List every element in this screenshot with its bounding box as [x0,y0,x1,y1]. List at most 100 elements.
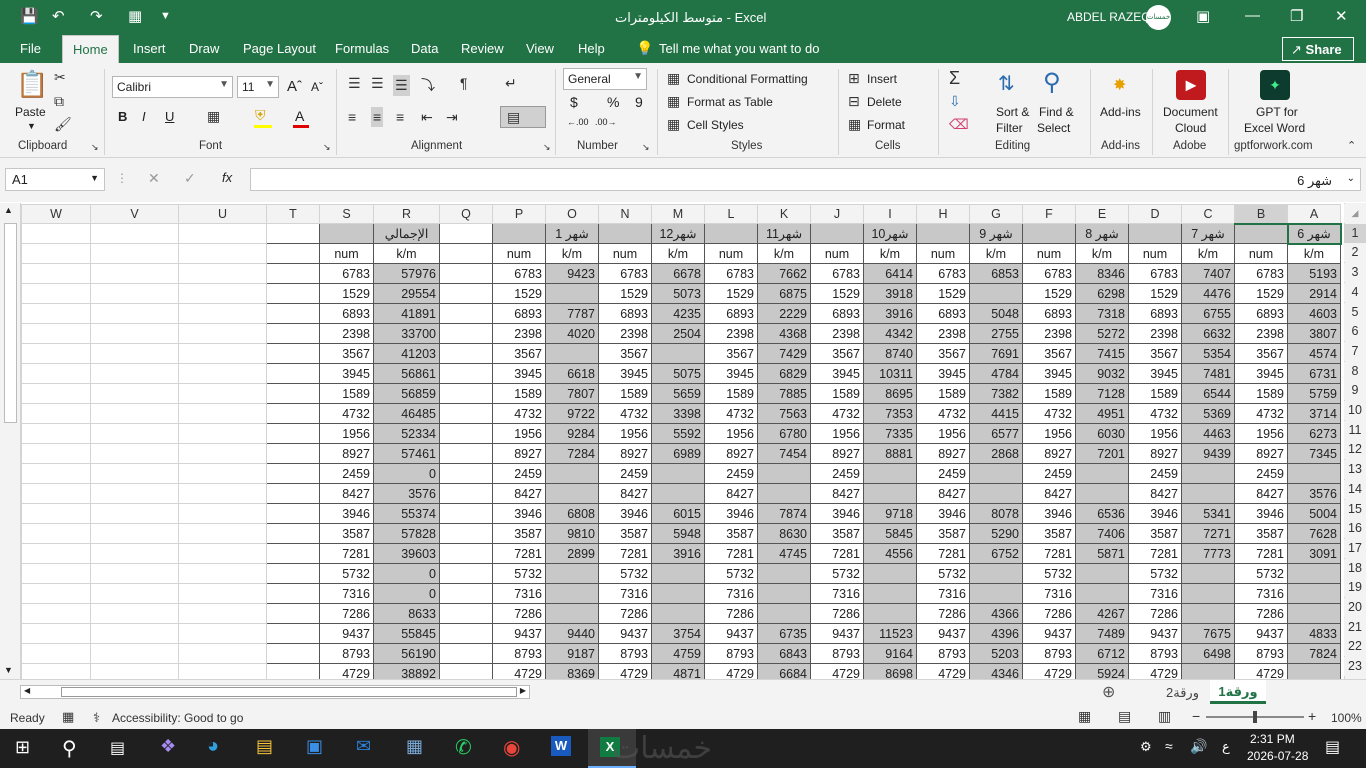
cell-km[interactable]: 4415 [969,403,1023,424]
cell-num[interactable]: 7281 [916,543,970,564]
name-box[interactable]: A1 ▼ [5,168,105,191]
cell-num[interactable]: 1956 [810,423,864,444]
cell-km[interactable]: 9032 [1075,363,1129,384]
cell-W[interactable] [21,623,91,644]
cell-km[interactable]: 5290 [969,523,1023,544]
cell-W[interactable] [21,403,91,424]
cell-W[interactable] [21,363,91,384]
language-indicator[interactable]: ع [1222,739,1230,755]
cell-S[interactable]: 3946 [319,503,374,524]
cell-num[interactable]: 7316 [492,583,546,604]
cell-km[interactable]: 2755 [969,323,1023,344]
cell-Q[interactable] [439,323,493,344]
cell-num[interactable]: 3946 [492,503,546,524]
cell-km[interactable]: 7454 [757,443,811,464]
redo-icon[interactable]: ↷ [90,7,103,25]
cell-R[interactable]: 0 [373,583,440,604]
cell-num[interactable]: 7286 [492,603,546,624]
cell-r2-B[interactable]: num [1234,243,1288,264]
cell-num[interactable]: 6783 [598,263,652,284]
row-header[interactable]: 7 [1344,341,1366,361]
cell-km[interactable] [545,283,599,304]
cell-num[interactable]: 7316 [810,583,864,604]
cell-R[interactable]: 56190 [373,643,440,664]
cell-km[interactable]: 6678 [651,263,705,284]
cell-km[interactable]: 7318 [1075,303,1129,324]
autosum-icon[interactable]: Σ [949,68,960,89]
cell-num[interactable]: 3945 [1128,363,1182,384]
cell-r1-U[interactable] [178,223,267,244]
cell-num[interactable]: 9437 [1234,623,1288,644]
cell-S[interactable]: 5732 [319,563,374,584]
sort-filter-line1[interactable]: Sort & [996,105,1029,119]
cell-S[interactable]: 8927 [319,443,374,464]
cell-S[interactable]: 7281 [319,543,374,564]
cell-km[interactable] [969,463,1023,484]
row-header[interactable]: 13 [1344,460,1366,480]
cell-num[interactable]: 2459 [1128,463,1182,484]
cell-num[interactable]: 1529 [1022,283,1076,304]
cell-km[interactable]: 5004 [1287,503,1341,524]
row-header[interactable]: 15 [1344,499,1366,519]
zoom-level[interactable]: 100% [1331,711,1362,725]
row-header[interactable]: 2 [1344,243,1366,263]
cell-num[interactable]: 3567 [810,343,864,364]
cell-km[interactable]: 8078 [969,503,1023,524]
cell-T[interactable] [266,623,320,644]
cell-Q[interactable] [439,363,493,384]
new-sheet-icon[interactable]: ⊕ [1102,682,1115,702]
cell-km[interactable]: 7201 [1075,443,1129,464]
row-header[interactable]: 12 [1344,440,1366,460]
cell-r2-C[interactable]: k/m [1181,243,1235,264]
cell-Q[interactable] [439,443,493,464]
cell-num[interactable]: 8427 [492,483,546,504]
comma-button[interactable]: 9 [635,94,643,110]
normal-view-icon[interactable]: ▦ [1078,708,1091,725]
cell-num[interactable]: 7281 [1128,543,1182,564]
cell-num[interactable]: 7281 [1022,543,1076,564]
cell-num[interactable]: 7281 [598,543,652,564]
cell-num[interactable]: 6783 [492,263,546,284]
cell-num[interactable]: 7316 [1234,583,1288,604]
cell-R[interactable]: 57976 [373,263,440,284]
cell-num[interactable]: 2398 [810,323,864,344]
cell-num[interactable]: 6893 [1234,303,1288,324]
cell-num[interactable]: 7316 [1022,583,1076,604]
cell-num[interactable]: 9437 [1022,623,1076,644]
cell-num[interactable]: 3945 [704,363,758,384]
cell-km[interactable]: 6755 [1181,303,1235,324]
cell-Q[interactable] [439,403,493,424]
increase-indent-icon[interactable]: ⇥ [446,109,458,126]
column-header-P[interactable]: P [492,204,546,224]
cell-num[interactable]: 4729 [492,663,546,679]
cell-r2-H[interactable]: num [916,243,970,264]
cell-km[interactable]: 3918 [863,283,917,304]
cell-km[interactable]: 5845 [863,523,917,544]
cell-num[interactable]: 8793 [598,643,652,664]
cell-num[interactable]: 1529 [1128,283,1182,304]
cell-V[interactable] [90,443,179,464]
cell-num[interactable]: 8427 [810,483,864,504]
maximize-icon[interactable]: ❐ [1290,7,1303,25]
cell-num[interactable]: 6893 [1022,303,1076,324]
cell-km[interactable] [1181,663,1235,679]
cell-km[interactable]: 3398 [651,403,705,424]
column-header-Q[interactable]: Q [439,204,493,224]
cell-km[interactable]: 5048 [969,303,1023,324]
cell-T[interactable] [266,423,320,444]
cell-num[interactable]: 6893 [598,303,652,324]
cell-r2-A[interactable]: k/m [1287,243,1341,264]
cell-km[interactable]: 5369 [1181,403,1235,424]
cell-T[interactable] [266,563,320,584]
cell-r1-K[interactable]: شهر11 [757,223,811,244]
cell-S[interactable]: 3945 [319,363,374,384]
wrap-text-icon[interactable]: ↵ [505,75,517,92]
cell-km[interactable]: 5075 [651,363,705,384]
find-select-line1[interactable]: Find & [1039,105,1074,119]
cell-R[interactable]: 56859 [373,383,440,404]
cell-km[interactable]: 7415 [1075,343,1129,364]
cell-km[interactable] [1075,563,1129,584]
font-color-icon[interactable]: A [295,108,304,124]
cell-num[interactable]: 7286 [598,603,652,624]
windows-start-icon[interactable]: ⊞ [15,737,30,758]
